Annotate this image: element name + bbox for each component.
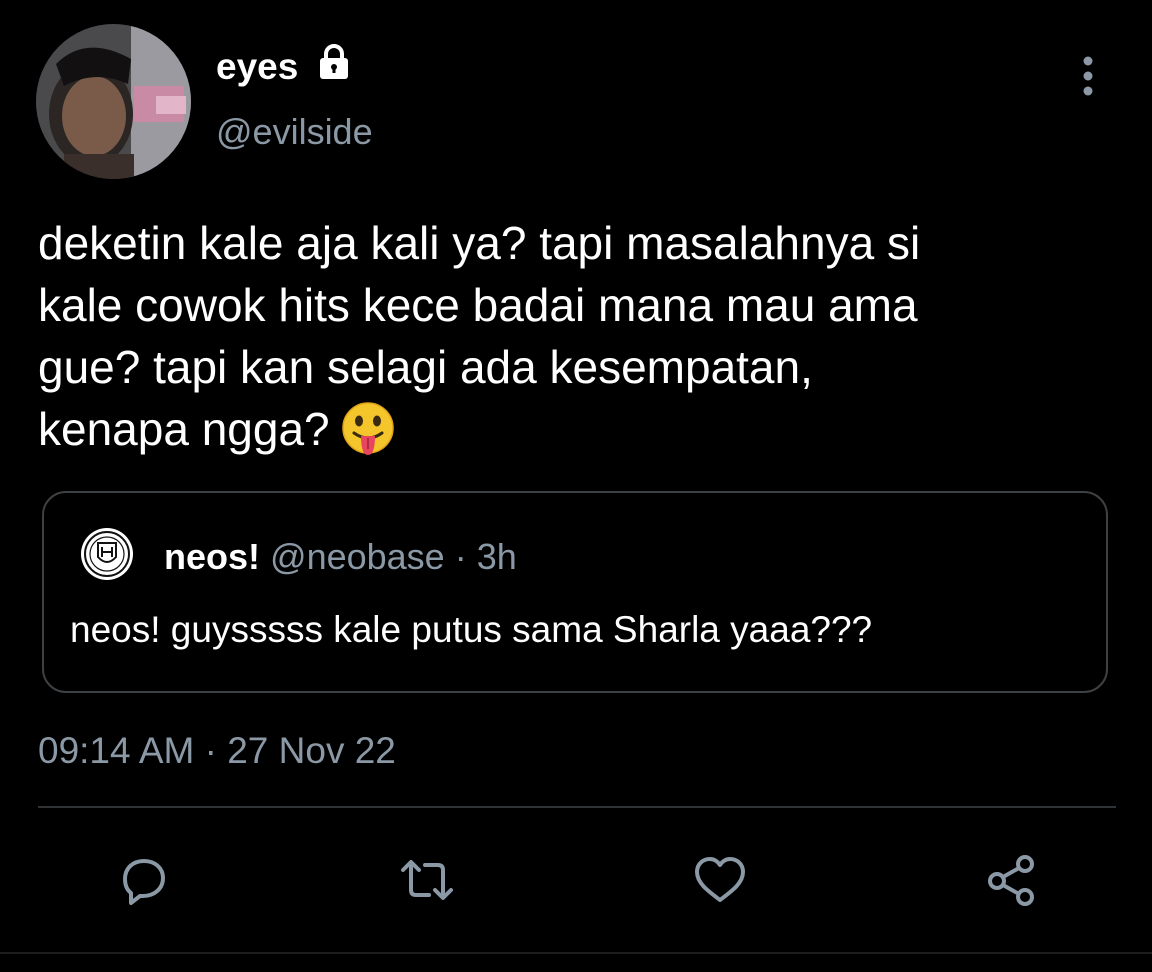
author-handle[interactable]: @evilside xyxy=(216,110,373,154)
face-with-tongue-emoji xyxy=(340,401,396,457)
quoted-tweet-header: neos! @neobase · 3h xyxy=(164,535,517,579)
author-display-name[interactable]: eyes xyxy=(216,45,298,89)
neos-crest-logo xyxy=(80,527,134,581)
like-button[interactable] xyxy=(690,850,750,910)
tweet-text: deketin kale aja kali ya? tapi masalahny… xyxy=(38,212,1118,460)
reply-button[interactable] xyxy=(113,850,173,910)
quoted-tweet-age: 3h xyxy=(476,536,517,577)
tweet-text-last-line: kenapa ngga? xyxy=(38,398,1118,460)
quoted-tweet-card[interactable]: neos! @neobase · 3h neos! guysssss kale … xyxy=(42,491,1108,693)
more-vertical-icon[interactable] xyxy=(1070,52,1106,102)
share-icon xyxy=(988,855,1034,906)
tweet-text-line: gue? tapi kan selagi ada kesempatan, xyxy=(38,341,813,393)
quoted-author-handle[interactable]: @neobase xyxy=(270,536,445,577)
quoted-author-name[interactable]: neos! xyxy=(164,536,260,577)
tweet-text-line: kenapa ngga? xyxy=(38,403,330,455)
tweet-timestamp[interactable]: 09:14 AM · 27 Nov 22 xyxy=(38,728,396,774)
bottom-divider xyxy=(0,952,1152,954)
divider xyxy=(38,806,1116,808)
lock-icon xyxy=(314,42,354,82)
quoted-tweet-text: neos! guysssss kale putus sama Sharla ya… xyxy=(70,609,873,650)
retweet-icon xyxy=(401,860,453,900)
tweet-text-line: deketin kale aja kali ya? tapi masalahny… xyxy=(38,217,921,269)
avatar[interactable] xyxy=(36,24,191,179)
quoted-meta-separator: · xyxy=(454,536,467,577)
tweet-text-line: kale cowok hits kece badai mana mau ama xyxy=(38,279,918,331)
reply-icon xyxy=(123,859,165,905)
heart-icon xyxy=(695,857,745,902)
retweet-button[interactable] xyxy=(397,850,457,910)
share-button[interactable] xyxy=(982,850,1042,910)
